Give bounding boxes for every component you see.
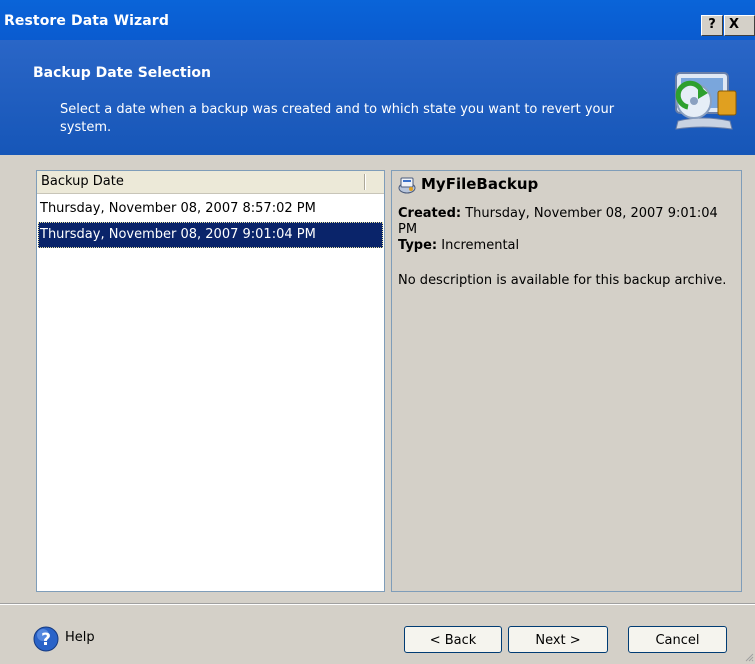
type-value: Incremental (441, 238, 520, 253)
backup-name: MyFileBackup (421, 175, 539, 193)
next-button[interactable]: Next > (508, 626, 608, 653)
backup-archive-icon (398, 177, 416, 194)
list-item[interactable]: Thursday, November 08, 2007 8:57:02 PM (38, 196, 383, 222)
created-label: Created: (398, 206, 462, 221)
backup-description: No description is available for this bac… (398, 273, 727, 288)
wizard-header: Backup Date Selection Select a date when… (0, 40, 755, 155)
svg-text:?: ? (41, 630, 51, 650)
restore-computer-icon (675, 72, 737, 130)
footer-divider-highlight (0, 604, 755, 605)
restore-data-wizard-window: Restore Data Wizard ? X Backup Date Sele… (0, 0, 755, 664)
help-link[interactable]: Help (65, 630, 95, 645)
step-title: Backup Date Selection (33, 65, 211, 81)
step-description: Select a date when a backup was created … (60, 102, 615, 135)
backup-details-body: Created: Thursday, November 08, 2007 9:0… (398, 206, 728, 289)
cancel-button[interactable]: Cancel (628, 626, 727, 653)
window-title: Restore Data Wizard (4, 13, 169, 29)
type-label: Type: (398, 238, 438, 253)
column-separator-highlight (365, 174, 366, 190)
back-button[interactable]: < Back (404, 626, 502, 653)
created-line: Created: Thursday, November 08, 2007 9:0… (398, 206, 728, 238)
help-title-button[interactable]: ? (701, 15, 723, 36)
type-line: Type: Incremental (398, 238, 728, 254)
backup-date-column-header[interactable]: Backup Date (37, 171, 384, 194)
backup-details-panel: MyFileBackup Created: Thursday, November… (391, 170, 742, 592)
close-title-button[interactable]: X (724, 15, 755, 36)
help-icon[interactable]: ? (33, 626, 59, 652)
column-header-label: Backup Date (41, 174, 124, 189)
list-item-selected[interactable]: Thursday, November 08, 2007 9:01:04 PM (38, 222, 383, 248)
resize-grip-icon[interactable] (744, 652, 754, 662)
title-bar[interactable]: Restore Data Wizard ? X (0, 0, 755, 40)
backup-date-list[interactable]: Backup Date Thursday, November 08, 2007 … (36, 170, 385, 592)
